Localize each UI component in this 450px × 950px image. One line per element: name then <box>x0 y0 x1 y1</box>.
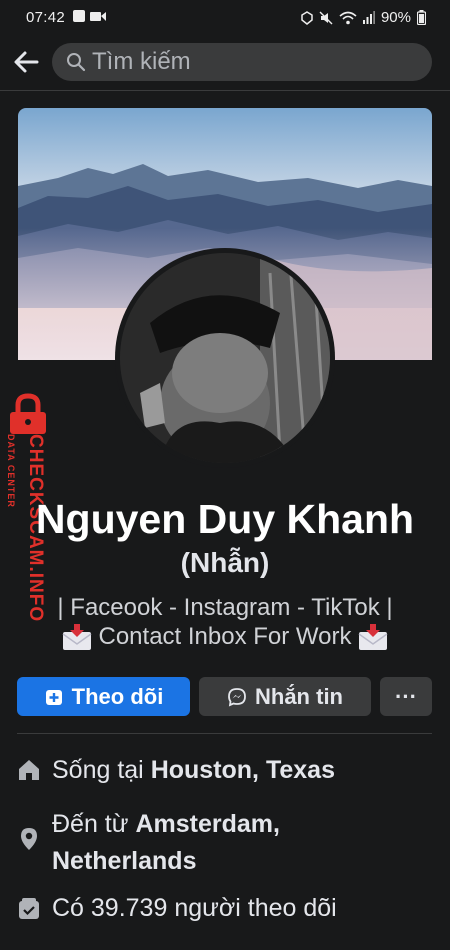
search-placeholder: Tìm kiếm <box>92 48 191 75</box>
system-icons: 90% <box>301 9 426 26</box>
battery-icon <box>417 10 426 25</box>
bio-line-1: | Faceook - Instagram - TikTok | <box>57 594 393 621</box>
signal-icon <box>362 11 375 24</box>
battery-percent: 90% <box>380 9 411 26</box>
bio-line-2: Contact Inbox For Work <box>0 622 450 652</box>
inbox-tray-icon <box>62 624 91 650</box>
status-time: 07:42 <box>26 9 66 26</box>
followers-icon <box>19 898 39 919</box>
section-divider <box>17 733 432 734</box>
home-icon <box>19 760 39 780</box>
lives-in-place[interactable]: Houston, Texas <box>151 756 335 784</box>
lock-icon <box>10 393 46 434</box>
facebook-notification-icon <box>73 10 85 22</box>
lives-in-prefix: Sống tại <box>52 756 151 784</box>
back-arrow-icon[interactable] <box>12 48 40 76</box>
profile-alternate-name: (Nhẫn) <box>180 547 270 578</box>
security-icon <box>301 10 313 25</box>
top-bar: Tìm kiếm <box>0 34 450 91</box>
more-options-button[interactable]: ··· <box>380 677 432 716</box>
wifi-icon <box>339 11 357 24</box>
profile-name: Nguyen Duy Khanh <box>35 496 415 542</box>
more-icon: ··· <box>395 683 417 709</box>
follow-button[interactable]: Theo dõi <box>17 677 190 716</box>
location-pin-icon <box>21 828 37 850</box>
from-place-line2[interactable]: Netherlands <box>52 847 196 875</box>
follow-button-label: Theo dõi <box>71 683 164 709</box>
from-prefix: Đến từ <box>52 810 136 838</box>
from-place-line1[interactable]: Amsterdam, <box>135 810 280 838</box>
message-button[interactable]: Nhắn tin <box>199 677 371 716</box>
video-notification-icon <box>90 12 106 21</box>
bio-contact-text: Contact Inbox For Work <box>98 623 352 650</box>
search-icon <box>67 53 86 72</box>
notification-icons <box>73 10 106 22</box>
follow-icon <box>45 689 62 705</box>
inbox-tray-icon <box>359 624 388 650</box>
messenger-icon <box>228 687 246 706</box>
message-button-label: Nhắn tin <box>255 683 343 709</box>
mute-icon <box>319 11 333 24</box>
status-bar: 07:42 90% <box>0 0 450 34</box>
avatar-photo <box>120 253 330 463</box>
followers-count: Có 39.739 người theo dõi <box>52 894 337 922</box>
profile-avatar[interactable] <box>115 248 335 468</box>
search-input[interactable]: Tìm kiếm <box>52 43 432 81</box>
